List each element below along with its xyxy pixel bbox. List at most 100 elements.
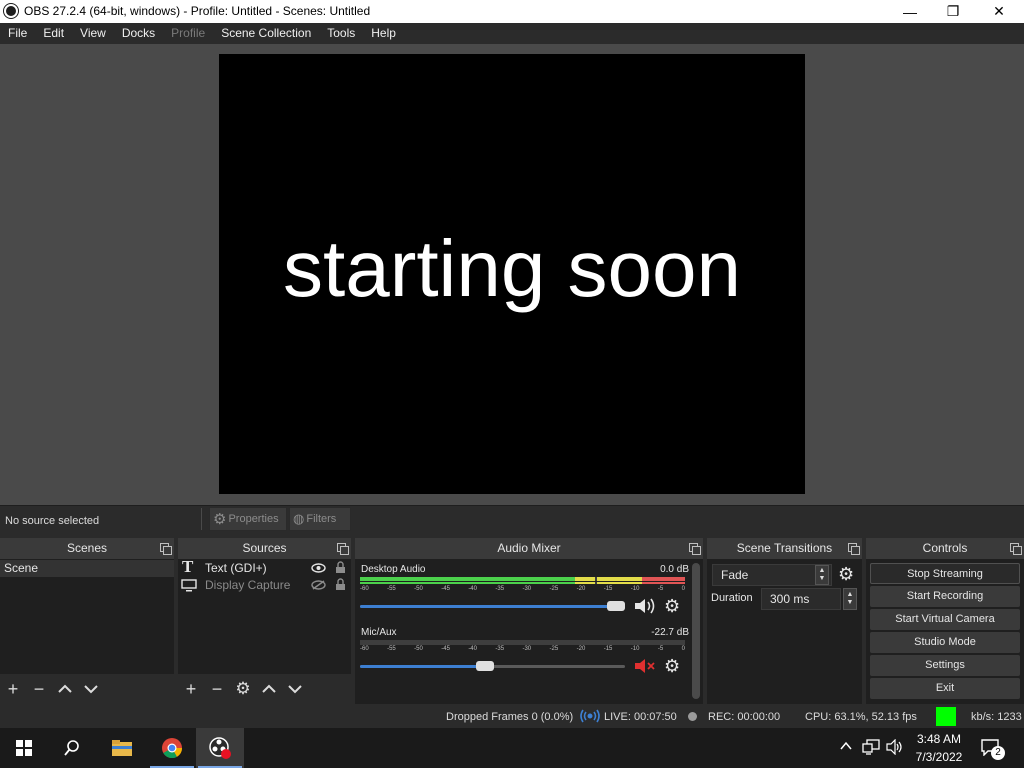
lock-icon[interactable]: [335, 578, 346, 591]
properties-button[interactable]: ⚙ Properties: [209, 507, 287, 531]
remove-icon[interactable]: −: [26, 674, 52, 704]
move-up-icon[interactable]: [256, 674, 282, 704]
taskbar-time[interactable]: 3:48 AM: [915, 732, 963, 746]
maximize-button[interactable]: ❐: [930, 0, 976, 23]
float-dock-icon[interactable]: [160, 543, 172, 555]
gear-icon[interactable]: ⚙: [664, 596, 680, 617]
obs-icon: [209, 737, 231, 759]
menu-view[interactable]: View: [72, 23, 114, 44]
exit-button[interactable]: Exit: [870, 678, 1020, 699]
meter-tick-label: -55: [387, 586, 396, 592]
volume-meter: [360, 577, 685, 581]
eye-icon[interactable]: [311, 563, 326, 573]
move-down-icon[interactable]: [282, 674, 308, 704]
volume-icon[interactable]: [886, 738, 904, 758]
move-down-icon[interactable]: [78, 674, 104, 704]
source-item[interactable]: Display Capture: [178, 577, 351, 594]
meter-tick-label: -25: [549, 646, 559, 652]
duration-spinner[interactable]: ▲ ▼: [843, 588, 857, 610]
network-icon[interactable]: [862, 739, 880, 758]
rec-time: REC: 00:00:00: [708, 711, 781, 723]
menu-file[interactable]: File: [0, 23, 35, 44]
volume-slider[interactable]: [360, 601, 625, 611]
channel-name: Mic/Aux: [361, 627, 397, 638]
windows-taskbar: 3:48 AM 7/3/2022 2: [0, 728, 1024, 768]
meter-tick-label: -5: [657, 646, 664, 652]
cpu-usage: CPU: 63.1%, 52.13 fps: [805, 711, 917, 723]
volume-slider[interactable]: [360, 661, 625, 671]
broadcast-icon: [580, 709, 600, 723]
windows-logo-icon: [16, 740, 32, 756]
stop-streaming-button[interactable]: Stop Streaming: [870, 563, 1020, 584]
gear-icon[interactable]: ⚙: [230, 674, 256, 704]
status-bar: Dropped Frames 0 (0.0%) LIVE: 00:07:50 R…: [0, 705, 1024, 728]
add-icon[interactable]: +: [0, 674, 26, 704]
live-time: LIVE: 00:07:50: [604, 711, 677, 723]
start-button[interactable]: [0, 728, 48, 768]
start-recording-button[interactable]: Start Recording: [870, 586, 1020, 607]
source-label: Display Capture: [205, 578, 291, 592]
obs-taskbar-button[interactable]: [196, 728, 244, 768]
meter-tick-label: -60: [360, 646, 369, 652]
gear-icon[interactable]: ⚙: [664, 656, 680, 677]
menu-docks[interactable]: Docks: [114, 23, 163, 44]
volume-slider-knob[interactable]: [476, 661, 494, 671]
float-dock-icon[interactable]: [1010, 543, 1022, 555]
filters-button[interactable]: ◍ Filters: [289, 507, 351, 531]
properties-label: Properties: [228, 513, 279, 525]
scene-transitions-header: Scene Transitions: [707, 538, 862, 559]
close-button[interactable]: ✕: [976, 0, 1022, 23]
meter-tick-label: -40: [468, 586, 477, 592]
transition-select[interactable]: Fade: [712, 564, 832, 586]
bitrate: kb/s: 1233: [971, 711, 1022, 723]
source-item[interactable]: T Text (GDI+): [178, 557, 351, 577]
record-dot-icon: [688, 712, 697, 721]
volume-slider-knob[interactable]: [607, 601, 625, 611]
file-explorer-button[interactable]: [98, 728, 146, 768]
gear-icon[interactable]: ⚙: [838, 564, 854, 585]
toolbar-divider: [201, 508, 202, 530]
menu-help[interactable]: Help: [363, 23, 404, 44]
menu-scene-collection[interactable]: Scene Collection: [213, 23, 319, 44]
mixer-scrollbar[interactable]: [692, 563, 700, 699]
float-dock-icon[interactable]: [337, 543, 349, 555]
text-icon: T: [182, 557, 194, 576]
settings-button[interactable]: Settings: [870, 655, 1020, 676]
preview-text: starting soon: [282, 224, 742, 313]
tray-expand-icon[interactable]: [839, 740, 853, 754]
meter-tick-label: -35: [495, 646, 505, 652]
meter-tick-label: -25: [549, 586, 559, 592]
menu-profile[interactable]: Profile: [163, 23, 213, 44]
minimize-button[interactable]: —: [887, 0, 933, 23]
chrome-button[interactable]: [148, 728, 196, 768]
gear-icon: ⚙: [213, 511, 227, 528]
controls-dock: Controls Stop Streaming Start Recording …: [866, 538, 1024, 704]
notification-center-button[interactable]: 2: [980, 738, 1008, 760]
transition-spinner[interactable]: ▲ ▼: [815, 565, 829, 585]
add-icon[interactable]: +: [178, 674, 204, 704]
source-toolbar: No source selected: [0, 505, 1024, 535]
lock-icon[interactable]: [335, 561, 346, 574]
remove-icon[interactable]: −: [204, 674, 230, 704]
duration-input[interactable]: 300 ms: [761, 588, 841, 610]
window-title: OBS 27.2.4 (64-bit, windows) - Profile: …: [24, 4, 371, 18]
eye-hidden-icon[interactable]: [311, 580, 326, 590]
search-button[interactable]: [48, 728, 96, 768]
volume-meter-secondary: [360, 582, 685, 584]
speaker-muted-icon[interactable]: [633, 657, 657, 675]
controls-title: Controls: [922, 541, 968, 555]
menu-tools[interactable]: Tools: [319, 23, 363, 44]
float-dock-icon[interactable]: [689, 543, 701, 555]
preview-canvas[interactable]: starting soon: [219, 54, 805, 494]
menu-edit[interactable]: Edit: [35, 23, 72, 44]
taskbar-date[interactable]: 7/3/2022: [913, 750, 965, 764]
studio-mode-button[interactable]: Studio Mode: [870, 632, 1020, 653]
filters-label: Filters: [306, 513, 337, 525]
move-up-icon[interactable]: [52, 674, 78, 704]
speaker-icon[interactable]: [633, 597, 657, 615]
monitor-icon: [181, 579, 197, 592]
search-icon: [64, 740, 79, 756]
scene-item[interactable]: Scene: [0, 560, 174, 577]
start-virtual-camera-button[interactable]: Start Virtual Camera: [870, 609, 1020, 630]
float-dock-icon[interactable]: [848, 543, 860, 555]
